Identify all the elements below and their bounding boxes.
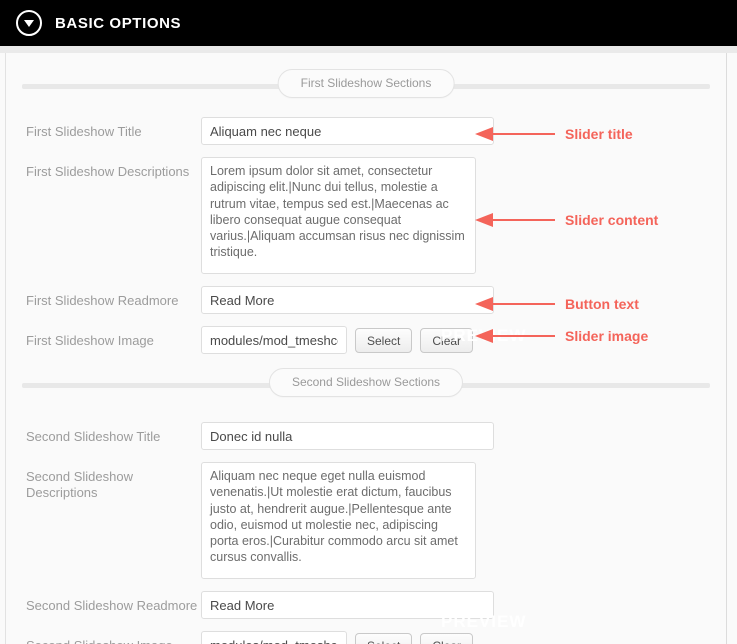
section-divider-first: First Slideshow Sections bbox=[6, 67, 726, 105]
first-slideshow-image-input[interactable] bbox=[201, 326, 347, 354]
first-slideshow-descriptions-textarea[interactable]: Lorem ipsum dolor sit amet, consectetur … bbox=[201, 157, 476, 274]
first-image-clear-button[interactable]: Clear bbox=[420, 328, 474, 353]
section-divider-second: Second Slideshow Sections bbox=[6, 366, 726, 404]
label-second-readmore: Second Slideshow Readmore bbox=[26, 598, 198, 613]
second-slideshow-image-input[interactable] bbox=[201, 631, 347, 644]
options-body: First Slideshow Sections First Slideshow… bbox=[5, 53, 727, 644]
label-second-image: Second Slideshow Image bbox=[26, 631, 201, 644]
form-row-second-image: Second Slideshow Image Select Clear bbox=[6, 631, 726, 644]
section-label-second: Second Slideshow Sections bbox=[268, 368, 464, 397]
second-image-clear-button[interactable]: Clear bbox=[420, 633, 474, 644]
form-row-second-readmore: Second Slideshow Readmore bbox=[6, 591, 726, 619]
form-row-first-image: First Slideshow Image Select Clear bbox=[6, 326, 726, 354]
label-second-descriptions: Second Slideshow Descriptions bbox=[26, 469, 133, 500]
second-slideshow-title-input[interactable] bbox=[201, 422, 494, 450]
form-row-first-descriptions: First Slideshow Descriptions Lorem ipsum… bbox=[6, 157, 726, 274]
chevron-down-circle-icon[interactable] bbox=[16, 10, 42, 36]
form-row-first-readmore: First Slideshow Readmore bbox=[6, 286, 726, 314]
label-first-descriptions: First Slideshow Descriptions bbox=[26, 164, 190, 179]
label-first-title: First Slideshow Title bbox=[26, 124, 142, 139]
second-slideshow-descriptions-textarea[interactable]: Aliquam nec neque eget nulla euismod ven… bbox=[201, 462, 476, 579]
form-row-second-descriptions: Second Slideshow Descriptions Aliquam ne… bbox=[6, 462, 726, 579]
header-underline bbox=[0, 46, 737, 53]
page-title: BASIC OPTIONS bbox=[55, 14, 182, 32]
second-slideshow-readmore-input[interactable] bbox=[201, 591, 494, 619]
first-slideshow-readmore-input[interactable] bbox=[201, 286, 494, 314]
label-second-title: Second Slideshow Title bbox=[26, 429, 161, 444]
basic-options-panel: BASIC OPTIONS First Slideshow Sections F… bbox=[0, 0, 737, 644]
panel-header[interactable]: BASIC OPTIONS bbox=[0, 0, 737, 46]
second-image-select-button[interactable]: Select bbox=[355, 633, 413, 644]
label-first-image: First Slideshow Image bbox=[26, 333, 154, 348]
label-first-readmore: First Slideshow Readmore bbox=[26, 293, 179, 308]
chevron-down-glyph bbox=[24, 20, 34, 27]
form-row-first-title: First Slideshow Title bbox=[6, 117, 726, 145]
section-label-first: First Slideshow Sections bbox=[277, 69, 455, 98]
first-slideshow-title-input[interactable] bbox=[201, 117, 494, 145]
form-row-second-title: Second Slideshow Title bbox=[6, 422, 726, 450]
first-image-select-button[interactable]: Select bbox=[355, 328, 413, 353]
